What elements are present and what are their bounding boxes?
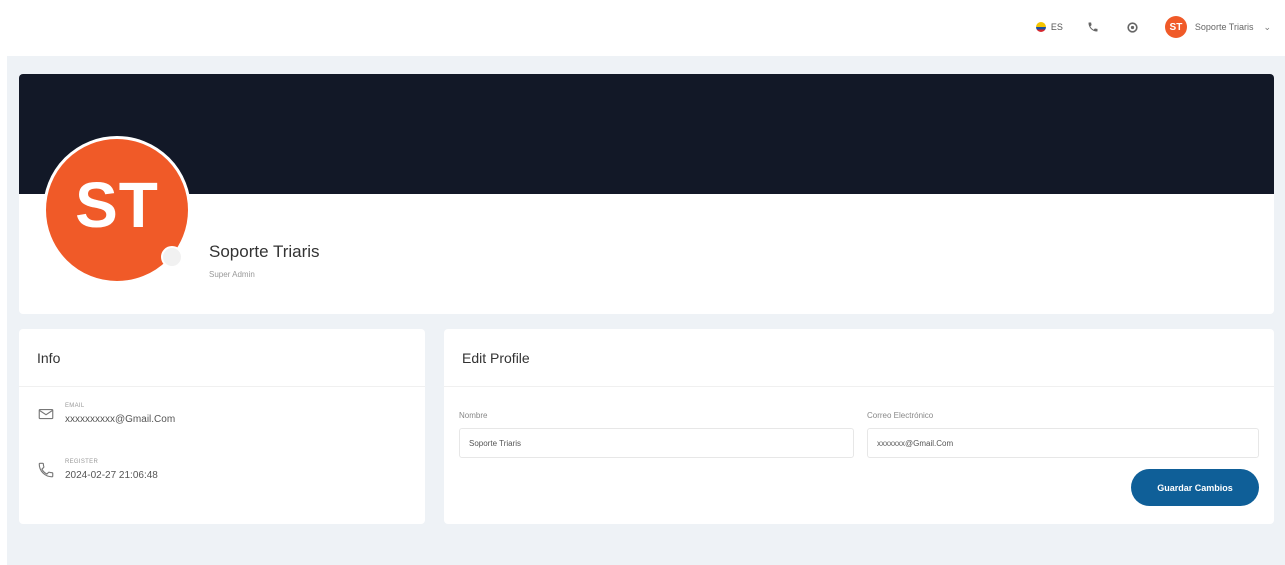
main-content: ST Soporte Triaris Super Admin Info EMAI… <box>7 56 1285 565</box>
register-label: REGISTER <box>65 459 99 465</box>
chevron-down-icon: ⌄ <box>1263 21 1271 32</box>
edit-profile-card: Edit Profile Nombre Correo Electrónico G… <box>444 329 1274 524</box>
phone-register-icon <box>38 462 54 478</box>
language-selector[interactable]: ES <box>1035 22 1063 32</box>
email-value: xxxxxxxxxx@Gmail.Com <box>65 414 176 425</box>
user-name: Soporte Triaris <box>1194 22 1254 32</box>
register-info: REGISTER 2024-02-27 21:06:48 <box>37 459 158 481</box>
email-info: EMAIL xxxxxxxxxx@Gmail.Com <box>37 403 175 425</box>
edit-profile-title: Edit Profile <box>444 329 1274 387</box>
profile-name: Soporte Triaris <box>209 242 320 261</box>
email-field[interactable] <box>867 428 1259 458</box>
email-label-edit: Correo Electrónico <box>867 411 934 420</box>
email-label: EMAIL <box>65 403 85 409</box>
profile-banner <box>19 74 1274 194</box>
avatar-edit-button[interactable] <box>161 246 183 268</box>
name-field[interactable] <box>459 428 854 458</box>
profile-card: ST Soporte Triaris Super Admin <box>19 74 1274 314</box>
info-title: Info <box>19 329 425 387</box>
top-bar-actions: ES ST Soporte Triaris ⌄ <box>1035 12 1271 42</box>
top-bar: ES ST Soporte Triaris ⌄ <box>0 0 1285 54</box>
user-menu[interactable]: ST Soporte Triaris ⌄ <box>1164 16 1271 38</box>
mail-icon <box>38 408 54 420</box>
phone-icon[interactable] <box>1085 19 1101 35</box>
register-value: 2024-02-27 21:06:48 <box>65 470 158 481</box>
profile-role: Super Admin <box>209 270 255 279</box>
language-label: ES <box>1050 22 1063 32</box>
name-label: Nombre <box>459 411 488 420</box>
avatar: ST <box>1164 16 1187 38</box>
settings-icon[interactable] <box>1125 19 1141 35</box>
flag-icon <box>1035 22 1046 32</box>
save-button[interactable]: Guardar Cambios <box>1131 469 1259 506</box>
info-card: Info EMAIL xxxxxxxxxx@Gmail.Com REGISTER… <box>19 329 425 524</box>
